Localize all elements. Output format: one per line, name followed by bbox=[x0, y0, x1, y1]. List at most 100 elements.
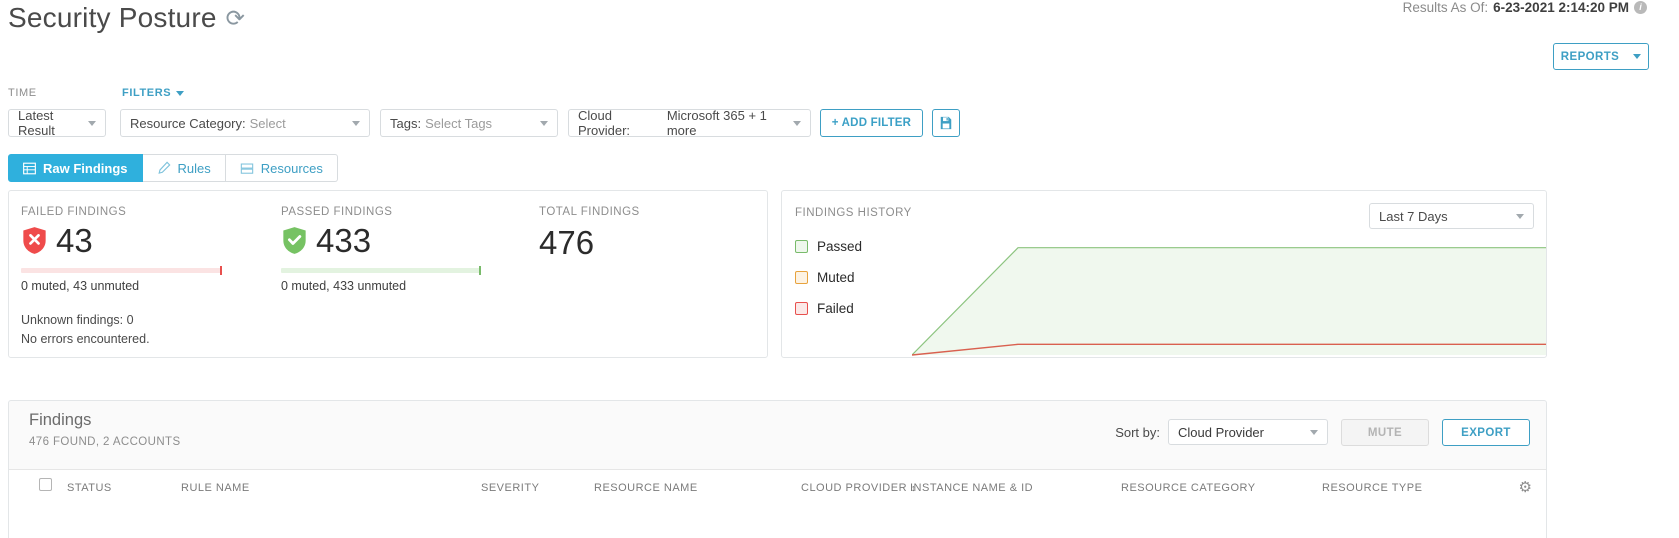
sort-by-value: Cloud Provider bbox=[1178, 424, 1264, 440]
chevron-down-icon bbox=[352, 120, 360, 126]
passed-findings-bar bbox=[281, 266, 481, 275]
save-disk-icon bbox=[940, 116, 952, 130]
filters-label: FILTERS bbox=[122, 87, 172, 99]
failed-findings-value: 43 bbox=[56, 222, 93, 259]
total-findings-label: TOTAL FINDINGS bbox=[539, 206, 640, 218]
findings-title: Findings bbox=[29, 411, 92, 429]
cloud-provider-select[interactable]: Cloud Provider: Microsoft 365 + 1 more bbox=[568, 108, 811, 138]
column-header-resource-category[interactable]: RESOURCE CATEGORY bbox=[1121, 482, 1256, 494]
legend-item-passed[interactable]: Passed bbox=[795, 239, 862, 254]
mute-button[interactable]: MUTE bbox=[1341, 419, 1429, 446]
total-findings-stat: TOTAL FINDINGS 476 bbox=[539, 206, 640, 259]
tab-resources[interactable]: Resources bbox=[225, 154, 338, 182]
time-label: TIME bbox=[8, 87, 37, 99]
select-all-checkbox[interactable] bbox=[39, 478, 52, 491]
sort-by-label: Sort by: bbox=[1115, 425, 1160, 440]
pencil-icon bbox=[157, 161, 170, 174]
column-header-rule-name[interactable]: RULE NAME bbox=[181, 482, 250, 494]
column-header-cloud-provider[interactable]: CLOUD PROVIDER ↕ bbox=[801, 482, 916, 494]
history-range-value: Last 7 Days bbox=[1379, 208, 1448, 224]
tags-value: Select Tags bbox=[425, 115, 493, 131]
tab-raw-findings-label: Raw Findings bbox=[43, 160, 128, 176]
save-filter-button[interactable] bbox=[932, 109, 960, 137]
total-findings-value: 476 bbox=[539, 224, 595, 261]
column-header-resource-type[interactable]: RESOURCE TYPE bbox=[1322, 482, 1422, 494]
column-header-resource-name[interactable]: RESOURCE NAME bbox=[594, 482, 698, 494]
tab-rules-label: Rules bbox=[177, 160, 211, 176]
page-title-text: Security Posture bbox=[8, 2, 217, 33]
chevron-down-icon bbox=[1633, 54, 1642, 59]
shield-check-icon bbox=[283, 227, 306, 254]
legend-label-failed: Failed bbox=[817, 301, 854, 316]
failed-findings-note: 0 muted, 43 unmuted bbox=[21, 279, 140, 293]
info-icon[interactable]: i bbox=[1634, 1, 1647, 14]
refresh-icon[interactable]: ⟳ bbox=[226, 6, 245, 30]
legend-item-muted[interactable]: Muted bbox=[795, 270, 862, 285]
column-header-severity[interactable]: SEVERITY bbox=[481, 482, 539, 494]
passed-bar-tick bbox=[479, 266, 481, 275]
add-filter-button[interactable]: + ADD FILTER bbox=[820, 109, 923, 137]
tags-prefix: Tags: bbox=[390, 115, 422, 131]
resource-category-select[interactable]: Resource Category: Select bbox=[120, 109, 370, 137]
passed-findings-value: 433 bbox=[316, 222, 372, 259]
failed-findings-label: FAILED FINDINGS bbox=[21, 206, 127, 218]
chevron-down-icon bbox=[540, 120, 548, 126]
chevron-down-icon bbox=[1310, 429, 1318, 435]
errors-note: No errors encountered. bbox=[21, 332, 150, 346]
passed-area-fill bbox=[912, 247, 1546, 355]
cloud-provider-prefix: Cloud Provider: bbox=[578, 108, 631, 138]
results-as-of: Results As Of: 6-23-2021 2:14:20 PM i bbox=[1403, 0, 1647, 15]
passed-findings-label: PASSED FINDINGS bbox=[281, 206, 393, 218]
legend-swatch-muted bbox=[795, 271, 808, 284]
summary-stats-card: FAILED FINDINGS 43 0 muted, 43 unmuted P… bbox=[8, 190, 768, 358]
export-button[interactable]: EXPORT bbox=[1442, 419, 1530, 446]
unknown-findings-note: Unknown findings: 0 bbox=[21, 313, 134, 327]
page-title: Security Posture ⟳ bbox=[8, 2, 245, 34]
legend-label-passed: Passed bbox=[817, 239, 863, 254]
filters-toggle[interactable]: FILTERS bbox=[122, 87, 185, 99]
legend-item-failed[interactable]: Failed bbox=[795, 301, 862, 316]
passed-findings-stat: PASSED FINDINGS 433 0 muted, 433 unmuted bbox=[281, 206, 481, 293]
server-icon bbox=[240, 163, 253, 174]
history-range-select[interactable]: Last 7 Days bbox=[1369, 203, 1534, 229]
legend-swatch-failed bbox=[795, 302, 808, 315]
shield-x-icon bbox=[23, 227, 46, 254]
tab-resources-label: Resources bbox=[260, 160, 323, 176]
legend-swatch-passed bbox=[795, 240, 808, 253]
failed-findings-stat: FAILED FINDINGS 43 0 muted, 43 unmuted bbox=[21, 206, 222, 293]
findings-history-title: FINDINGS HISTORY bbox=[795, 207, 912, 219]
findings-header: Findings 476 FOUND, 2 ACCOUNTS bbox=[29, 411, 181, 448]
sort-by-select[interactable]: Cloud Provider bbox=[1168, 419, 1328, 445]
tab-rules[interactable]: Rules bbox=[142, 154, 226, 182]
gear-icon[interactable]: ⚙ bbox=[1519, 478, 1532, 496]
reports-button[interactable]: REPORTS bbox=[1553, 43, 1649, 70]
grid-icon bbox=[23, 162, 36, 174]
chevron-down-icon bbox=[793, 120, 801, 126]
resource-category-prefix: Resource Category: bbox=[130, 115, 246, 131]
column-header-instance-name-id[interactable]: INSTANCE NAME & ID bbox=[910, 482, 1033, 494]
security-posture-page: Security Posture ⟳ Results As Of: 6-23-2… bbox=[0, 0, 1679, 538]
cloud-provider-value: Microsoft 365 + 1 more bbox=[666, 108, 767, 138]
resource-category-value: Select bbox=[249, 115, 286, 131]
column-header-status[interactable]: STATUS bbox=[67, 482, 112, 494]
view-tabs: Raw Findings Rules Resources bbox=[8, 154, 338, 182]
chevron-down-icon bbox=[88, 120, 96, 126]
chart-legend: Passed Muted Failed bbox=[795, 239, 862, 332]
passed-findings-note: 0 muted, 433 unmuted bbox=[281, 279, 407, 293]
time-select-value: Latest Result bbox=[18, 108, 55, 138]
reports-button-label: REPORTS bbox=[1560, 50, 1620, 63]
tab-raw-findings[interactable]: Raw Findings bbox=[8, 154, 143, 182]
chevron-down-icon bbox=[176, 90, 185, 96]
failed-bar-tick bbox=[220, 266, 222, 275]
results-as-of-timestamp: 6-23-2021 2:14:20 PM bbox=[1493, 0, 1629, 15]
history-area-chart bbox=[911, 247, 1546, 356]
findings-subtitle: 476 FOUND, 2 ACCOUNTS bbox=[29, 436, 181, 448]
time-select[interactable]: Latest Result bbox=[8, 108, 106, 138]
column-header-cloud-provider-label: CLOUD PROVIDER bbox=[801, 482, 908, 494]
failed-findings-bar bbox=[21, 266, 222, 275]
findings-history-chart bbox=[911, 229, 1546, 357]
findings-table-card: Findings 476 FOUND, 2 ACCOUNTS Sort by: … bbox=[8, 400, 1547, 538]
legend-label-muted: Muted bbox=[817, 270, 855, 285]
findings-history-card: FINDINGS HISTORY Last 7 Days Passed Mute… bbox=[781, 190, 1547, 358]
tags-select[interactable]: Tags: Select Tags bbox=[380, 109, 558, 137]
